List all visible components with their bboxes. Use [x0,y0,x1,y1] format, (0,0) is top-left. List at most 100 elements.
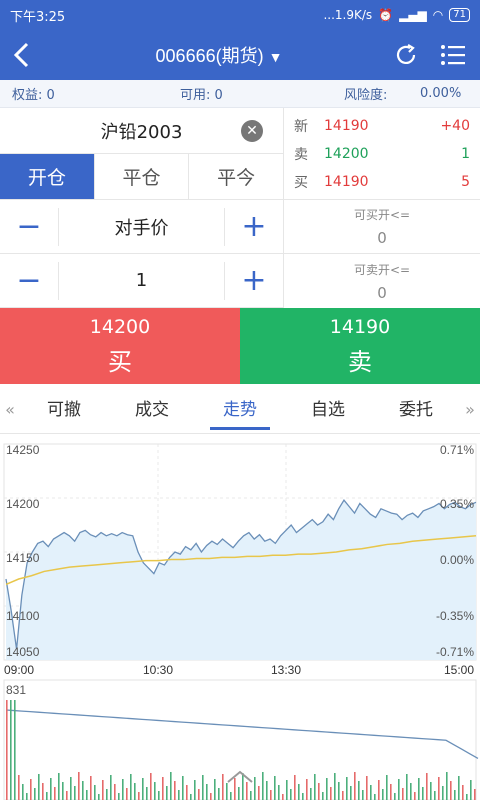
volume-bar [86,790,88,800]
volume-bar [54,787,56,800]
can-buy-label: 可买开<= [353,208,411,222]
tab-close[interactable]: 平仓 [95,154,190,199]
volume-bar [286,780,288,800]
pct-tick: -0.35% [436,609,474,623]
pct-tick: 0.35% [440,497,474,511]
quantity-plus-button[interactable]: + [225,254,283,308]
quantity-field[interactable]: 1 [58,261,225,300]
volume-bar [374,794,376,800]
price-type-field[interactable]: 对手价 [58,207,225,246]
tab-watchlist[interactable]: 自选 [284,386,372,434]
refresh-icon[interactable] [394,43,418,67]
volume-bar [130,774,132,800]
status-bar: 下午3:25 ...1.9K/s ⏰ ▂▄▆ ◠ 71 [0,0,480,30]
volume-bar [266,781,268,800]
quote-label: 卖 [294,147,308,163]
volume-bar [302,793,304,800]
volume-bar [198,789,200,800]
volume-bar [78,772,80,800]
volume-bar [66,791,68,800]
volume-bar [142,778,144,800]
menu-icon[interactable] [440,43,466,67]
volume-bar [234,778,236,800]
status-time: 下午3:25 [10,9,66,25]
volume-bar [382,789,384,800]
volume-bar [178,790,180,800]
volume-bar [446,772,448,800]
volume-bar [62,782,64,800]
volume-bar [378,780,380,800]
volume-bar [278,785,280,800]
tab-close-today[interactable]: 平今 [189,154,283,199]
volume-bar [158,791,160,800]
volume-bar [114,784,116,800]
risk-value: 0.00% [420,86,462,101]
volume-bar [50,778,52,800]
price-minus-button[interactable]: − [0,200,58,254]
volume-bar [462,785,464,800]
clear-icon[interactable]: ✕ [241,120,263,142]
quote-label: 买 [294,175,308,191]
volume-bar [190,794,192,800]
quote-row-last: 新 14190 +40 [294,112,470,140]
volume-bar [122,779,124,800]
volume-bar [390,784,392,800]
volume-bar [386,775,388,800]
volume-bar [410,783,412,800]
volume-bar [150,773,152,800]
volume-bar [118,793,120,800]
volume-bar [34,788,36,800]
volume-bar [466,794,468,800]
volume-bar [82,781,84,800]
volume-bar [70,777,72,800]
title-bar: 006666(期货) ▼ [0,30,480,80]
tab-trend[interactable]: 走势 [196,386,284,434]
volume-bar [454,790,456,800]
chevron-right-icon[interactable]: » [460,400,480,419]
risk-label: 风险度: [344,88,388,103]
tab-filled[interactable]: 成交 [108,386,196,434]
volume-bar [42,783,44,800]
dropdown-icon: ▼ [268,49,283,65]
price-stepper: − 对手价 + [0,200,283,254]
volume-bar [358,781,360,800]
volume-bar [450,781,452,800]
account-title[interactable]: 006666(期货) ▼ [44,42,394,68]
tab-orders[interactable]: 委托 [372,386,460,434]
volume-bar [458,776,460,800]
volume-bar [182,776,184,800]
volume-bar [170,772,172,800]
volume-bar [418,778,420,800]
volume-bar [186,785,188,800]
volume-bar [222,774,224,800]
chevron-left-icon[interactable]: « [0,400,20,419]
buy-button[interactable]: 14200 买 [0,308,240,384]
volume-bar [330,787,332,800]
tab-open[interactable]: 开仓 [0,154,95,199]
back-button[interactable] [0,30,44,80]
can-sell-box: 可卖开<= 0 [284,254,480,308]
volume-bar [10,700,12,800]
sell-button[interactable]: 14190 卖 [240,308,480,384]
volume-bar [314,774,316,800]
quantity-minus-button[interactable]: − [0,254,58,308]
volume-bar [426,773,428,800]
status-icons: ...1.9K/s ⏰ ▂▄▆ ◠ 71 [323,8,470,22]
volume-bar [30,779,32,800]
tab-cancelable[interactable]: 可撤 [20,386,108,434]
volume-bar [414,792,416,800]
volume-bar [334,773,336,800]
price-plus-button[interactable]: + [225,200,283,254]
volume-bar [74,786,76,800]
volume-bar [282,794,284,800]
can-buy-value: 0 [377,229,387,247]
volume-bar [22,784,24,800]
symbol-input[interactable]: 沪铅2003 ✕ [0,108,283,154]
quote-price: 14200 [324,146,369,162]
volume-bar [138,792,140,800]
quote-change: 1 [461,146,470,162]
alarm-icon: ⏰ [378,8,394,22]
buy-label: 买 [108,347,132,376]
quote-price: 14190 [324,174,369,190]
volume-bar [250,791,252,800]
